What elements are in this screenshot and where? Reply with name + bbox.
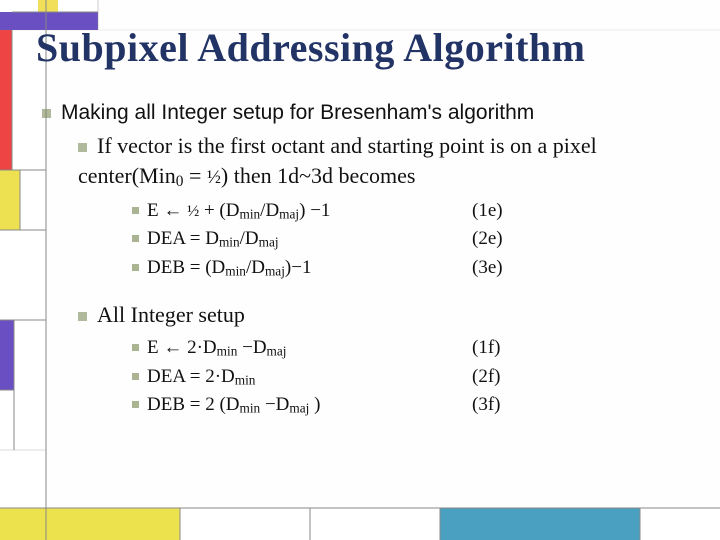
main-bullet-text: Making all Integer setup for Bresenham's… [61,101,534,124]
square-bullet-icon [132,373,139,380]
square-bullet-icon [132,235,139,242]
slide: Subpixel Addressing Algorithm Making all… [0,0,720,540]
eq-label: (3e) [472,254,503,283]
equation-2e: DEA = Dmin/Dmaj (2e) [132,225,690,254]
equation-2f: DEA = 2·Dmin (2f) [132,363,690,392]
equation-3e: DEB = (Dmin/Dmaj)−1 (3e) [132,254,690,283]
eq-label: (1f) [472,334,500,363]
square-bullet-icon [132,207,139,214]
eq-label: (3f) [472,391,500,420]
square-bullet-icon [78,143,87,152]
slide-content: Making all Integer setup for Bresenham's… [42,99,690,420]
bullet-main: Making all Integer setup for Bresenham's… [42,99,690,127]
square-bullet-icon [42,109,51,118]
sub2-text: All Integer setup [97,302,245,327]
square-bullet-icon [132,344,139,351]
square-bullet-icon [78,312,87,321]
eq-label: (2e) [472,225,503,254]
equation-3f: DEB = 2 (Dmin −Dmaj ) (3f) [132,391,690,420]
square-bullet-icon [132,264,139,271]
bullet-sub-1: If vector is the first octant and starti… [78,131,690,193]
square-bullet-icon [132,401,139,408]
bullet-sub-2: All Integer setup [78,300,690,330]
eq-label: (2f) [472,363,500,392]
equation-1f: E ← 2·Dmin −Dmaj (1f) [132,334,690,363]
sub1-text: If vector is the first octant and starti… [78,133,597,188]
slide-title: Subpixel Addressing Algorithm [36,24,690,71]
equation-1e: E ← ½ + (Dmin/Dmaj) −1 (1e) [132,197,690,226]
eq-label: (1e) [472,197,503,226]
